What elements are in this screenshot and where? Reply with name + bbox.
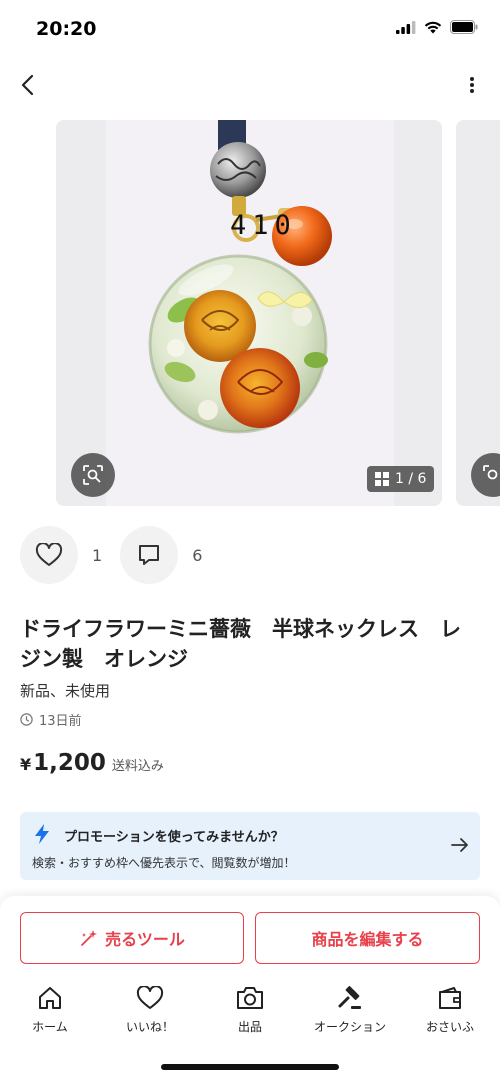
carousel-slide-backdrop [56, 120, 106, 506]
home-icon [39, 987, 61, 1009]
edit-item-label: 商品を編集する [311, 930, 424, 949]
next-photo-preview[interactable] [456, 120, 500, 506]
tab-bar: ホーム いいね！ 出品 オークション おさいふ [0, 984, 500, 1036]
more-menu-button[interactable] [462, 68, 482, 102]
gavel-icon [338, 986, 361, 1009]
image-search-button[interactable] [71, 453, 115, 497]
item-actions: 1 6 [20, 526, 220, 584]
posted-time-text: 13日前 [39, 714, 82, 729]
chevron-left-icon [21, 74, 34, 96]
promotion-banner[interactable]: プロモーションを使ってみませんか？ 検索・おすすめ枠へ優先表示で、閲覧数が増加！ [20, 812, 480, 880]
battery-icon [450, 20, 478, 34]
price: ¥ 1,200 送料込み [20, 750, 164, 776]
photo-counter[interactable]: 1 / 6 [367, 466, 435, 492]
lightning-icon [35, 824, 49, 844]
tab-likes-label: いいね！ [125, 1020, 174, 1034]
status-icons [396, 20, 478, 34]
more-vertical-icon [470, 77, 474, 93]
status-time: 20:20 [36, 18, 97, 40]
tab-sell[interactable]: 出品 [200, 984, 300, 1036]
home-indicator [161, 1064, 339, 1070]
tab-home[interactable]: ホーム [0, 984, 100, 1036]
sell-tools-label: 売るツール [105, 930, 185, 949]
arrow-right-icon [451, 838, 468, 852]
sell-tools-button[interactable]: 売るツール [20, 912, 244, 964]
tab-likes[interactable]: いいね！ [100, 984, 200, 1036]
product-image [148, 120, 332, 434]
wallet-icon [439, 987, 461, 1009]
carousel-slide-backdrop [394, 120, 442, 506]
back-button[interactable] [10, 68, 44, 102]
camera-icon [237, 987, 263, 1009]
clock-icon [20, 713, 33, 726]
image-overlay-number: 410 [230, 210, 297, 241]
product-photo[interactable]: 410 [106, 120, 394, 506]
status-bar: 20:20 [0, 0, 500, 58]
promotion-title: プロモーションを使ってみませんか？ [64, 830, 284, 845]
item-title: ドライフラワーミニ薔薇 半球ネックレス レジン製 オレンジ [20, 617, 461, 671]
tab-wallet-label: おさいふ [425, 1020, 474, 1034]
heart-icon [35, 543, 63, 566]
tab-wallet[interactable]: おさいふ [400, 984, 500, 1036]
shipping-note: 送料込み [111, 759, 164, 774]
grid-icon [375, 472, 389, 486]
comment-count: 6 [192, 545, 203, 565]
image-carousel[interactable]: 410 1 / 6 [0, 120, 500, 506]
comment-button[interactable] [120, 526, 179, 584]
image-search-icon [483, 465, 498, 480]
price-value: 1,200 [33, 750, 106, 776]
photo-counter-text: 1 / 6 [395, 471, 427, 487]
currency-symbol: ¥ [20, 755, 32, 774]
image-search-icon [83, 465, 103, 485]
bottom-panel: 売るツール 商品を編集する ホーム いいね！ 出品 オークション おさいふ [0, 896, 500, 1080]
promotion-text: 検索・おすすめ枠へ優先表示で、閲覧数が増加！ [32, 856, 296, 870]
tab-home-label: ホーム [32, 1020, 68, 1034]
like-button[interactable] [20, 526, 78, 584]
tab-sell-label: 出品 [237, 1020, 262, 1034]
wifi-icon [424, 21, 442, 33]
item-condition: 新品、未使用 [20, 682, 111, 700]
signal-icon [396, 20, 416, 34]
tab-auction-label: オークション [313, 1020, 386, 1034]
comment-icon [139, 545, 160, 565]
sparkle-icon [81, 930, 98, 946]
nav-bar [0, 60, 500, 110]
tab-auction[interactable]: オークション [300, 984, 400, 1036]
like-count: 1 [92, 545, 103, 565]
heart-icon [136, 986, 164, 1009]
posted-time: 13日前 [20, 710, 82, 729]
edit-item-button[interactable]: 商品を編集する [255, 912, 480, 964]
